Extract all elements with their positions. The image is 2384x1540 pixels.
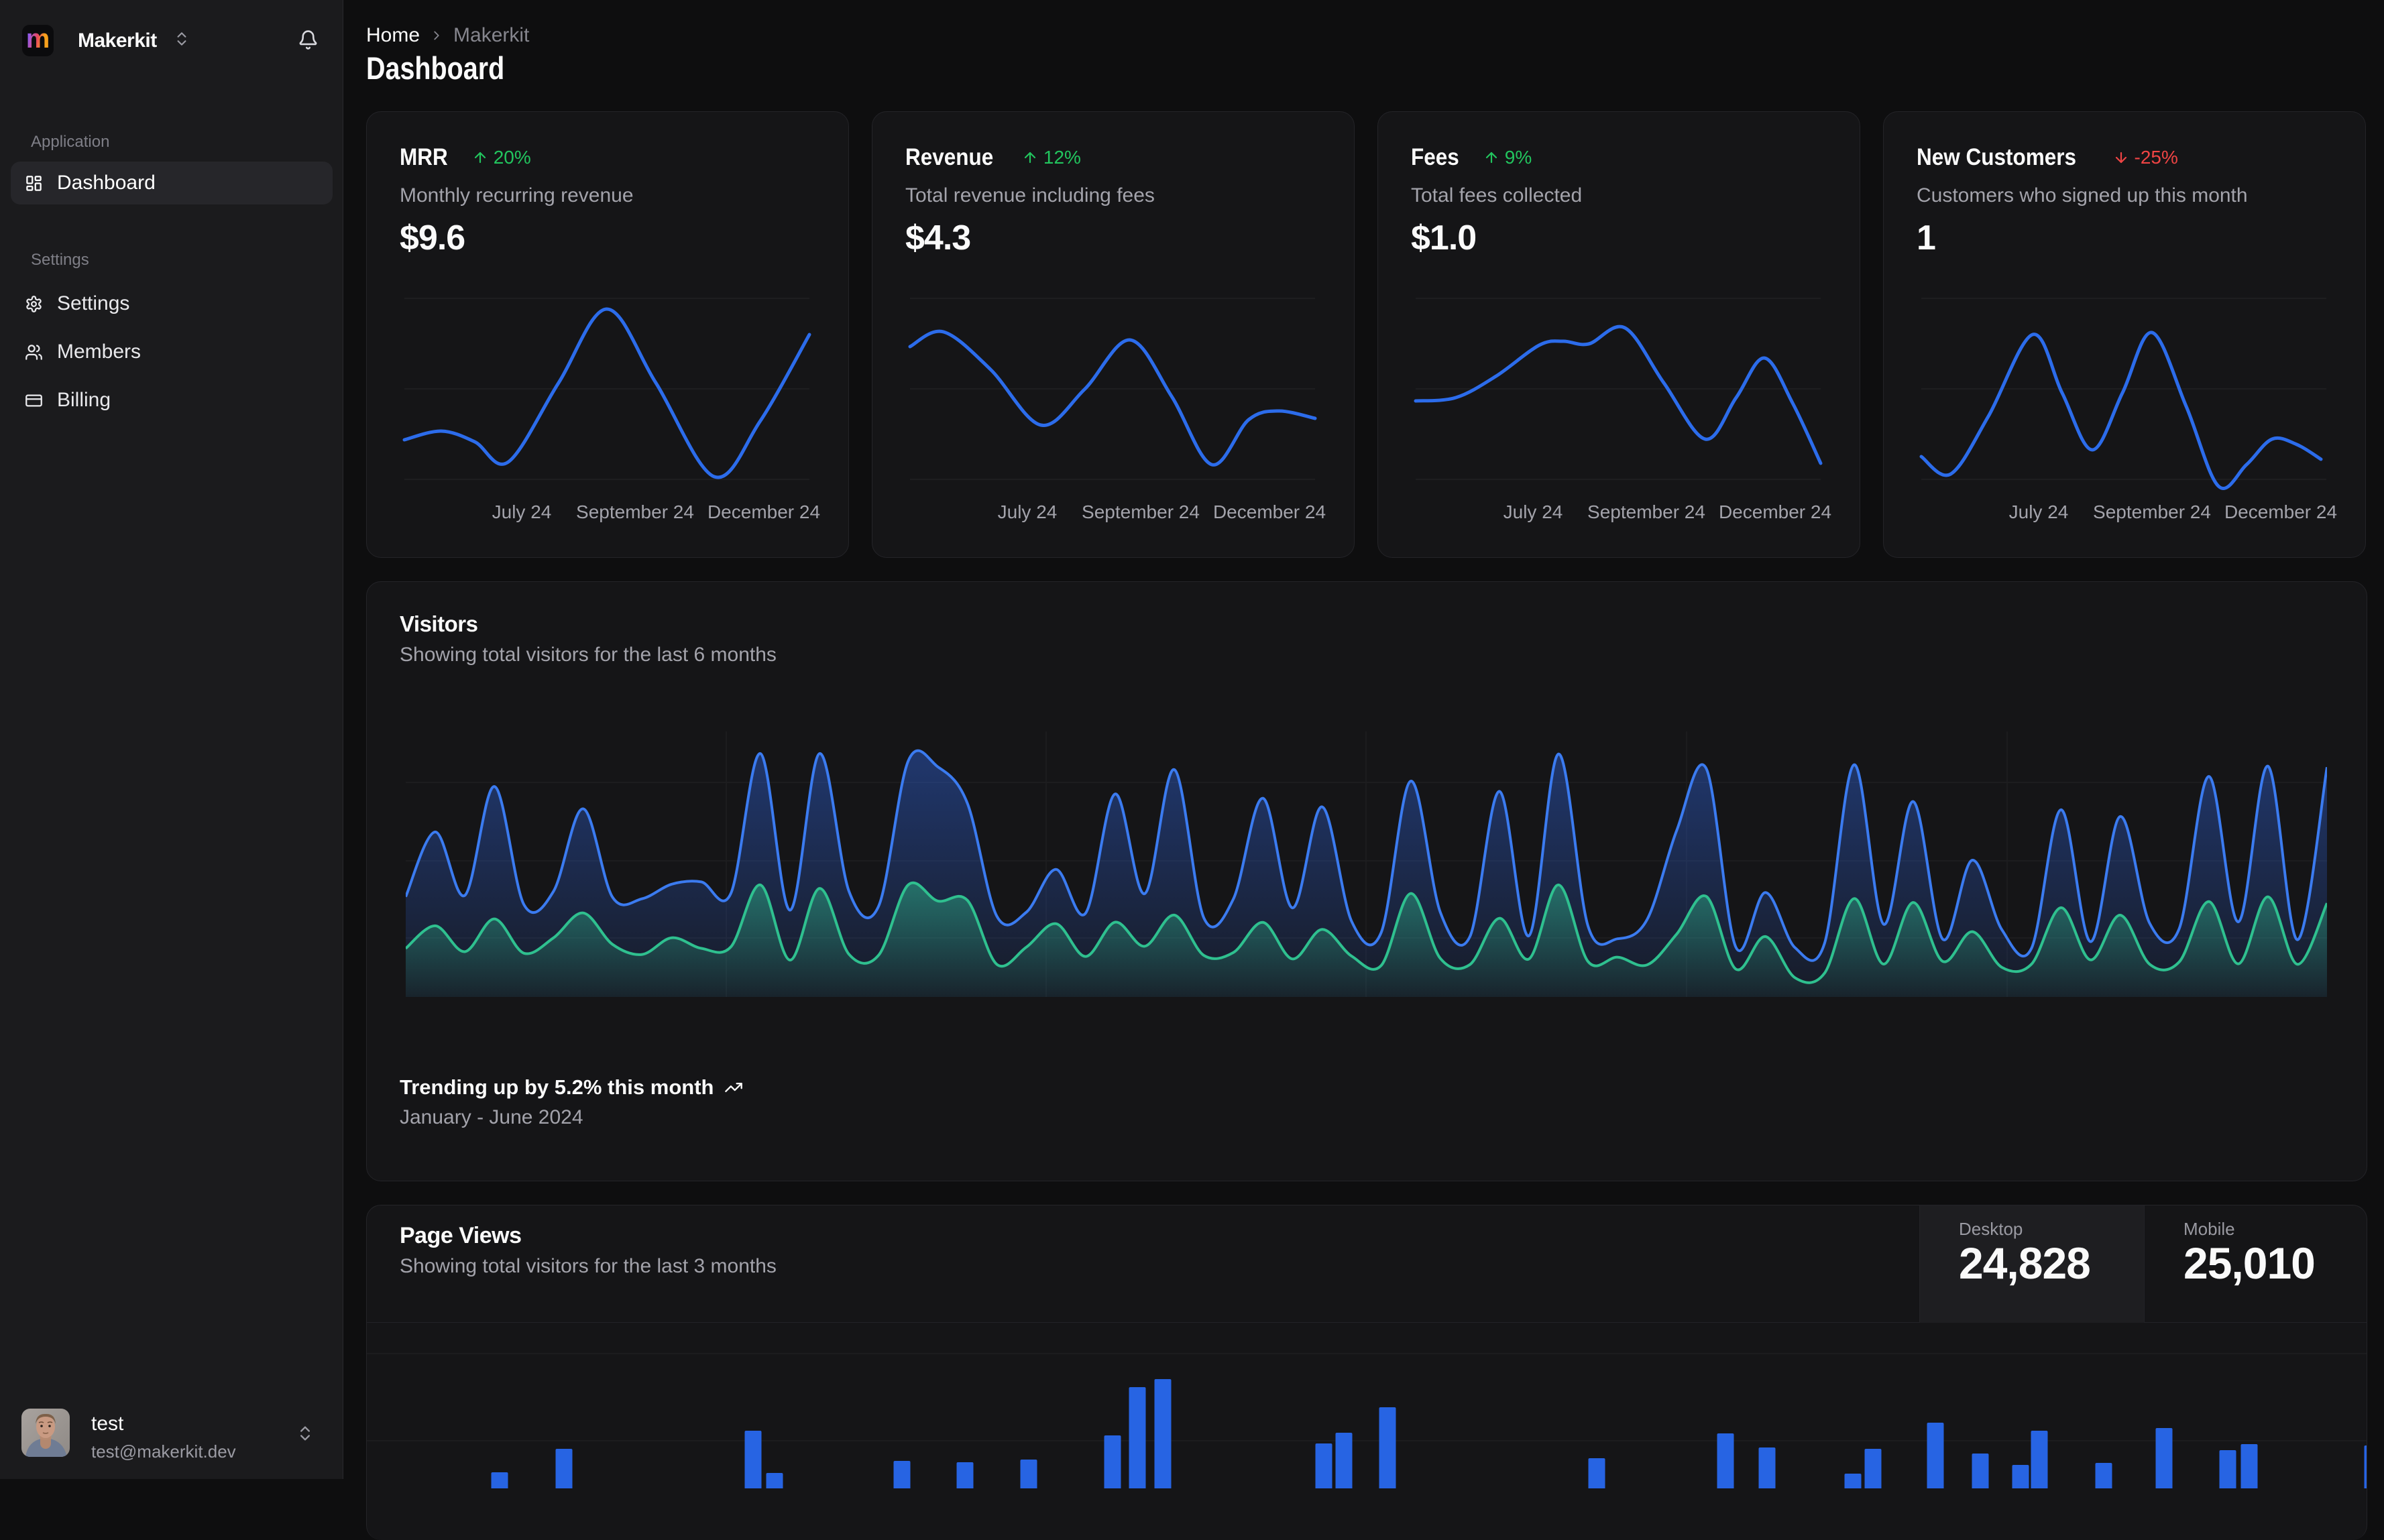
svg-text:July 24: July 24 — [492, 501, 552, 522]
svg-text:September 24: September 24 — [1082, 501, 1200, 522]
svg-text:September 24: September 24 — [1587, 501, 1705, 522]
svg-text:m: m — [26, 25, 50, 54]
svg-text:December 24: December 24 — [1719, 501, 1831, 522]
svg-text:December 24: December 24 — [2224, 501, 2337, 522]
svg-text:September 24: September 24 — [576, 501, 694, 522]
svg-text:December 24: December 24 — [1213, 501, 1326, 522]
svg-text:July 24: July 24 — [2009, 501, 2069, 522]
svg-text:July 24: July 24 — [1503, 501, 1563, 522]
svg-text:December 24: December 24 — [707, 501, 820, 522]
svg-text:July 24: July 24 — [998, 501, 1058, 522]
svg-text:September 24: September 24 — [2093, 501, 2211, 522]
